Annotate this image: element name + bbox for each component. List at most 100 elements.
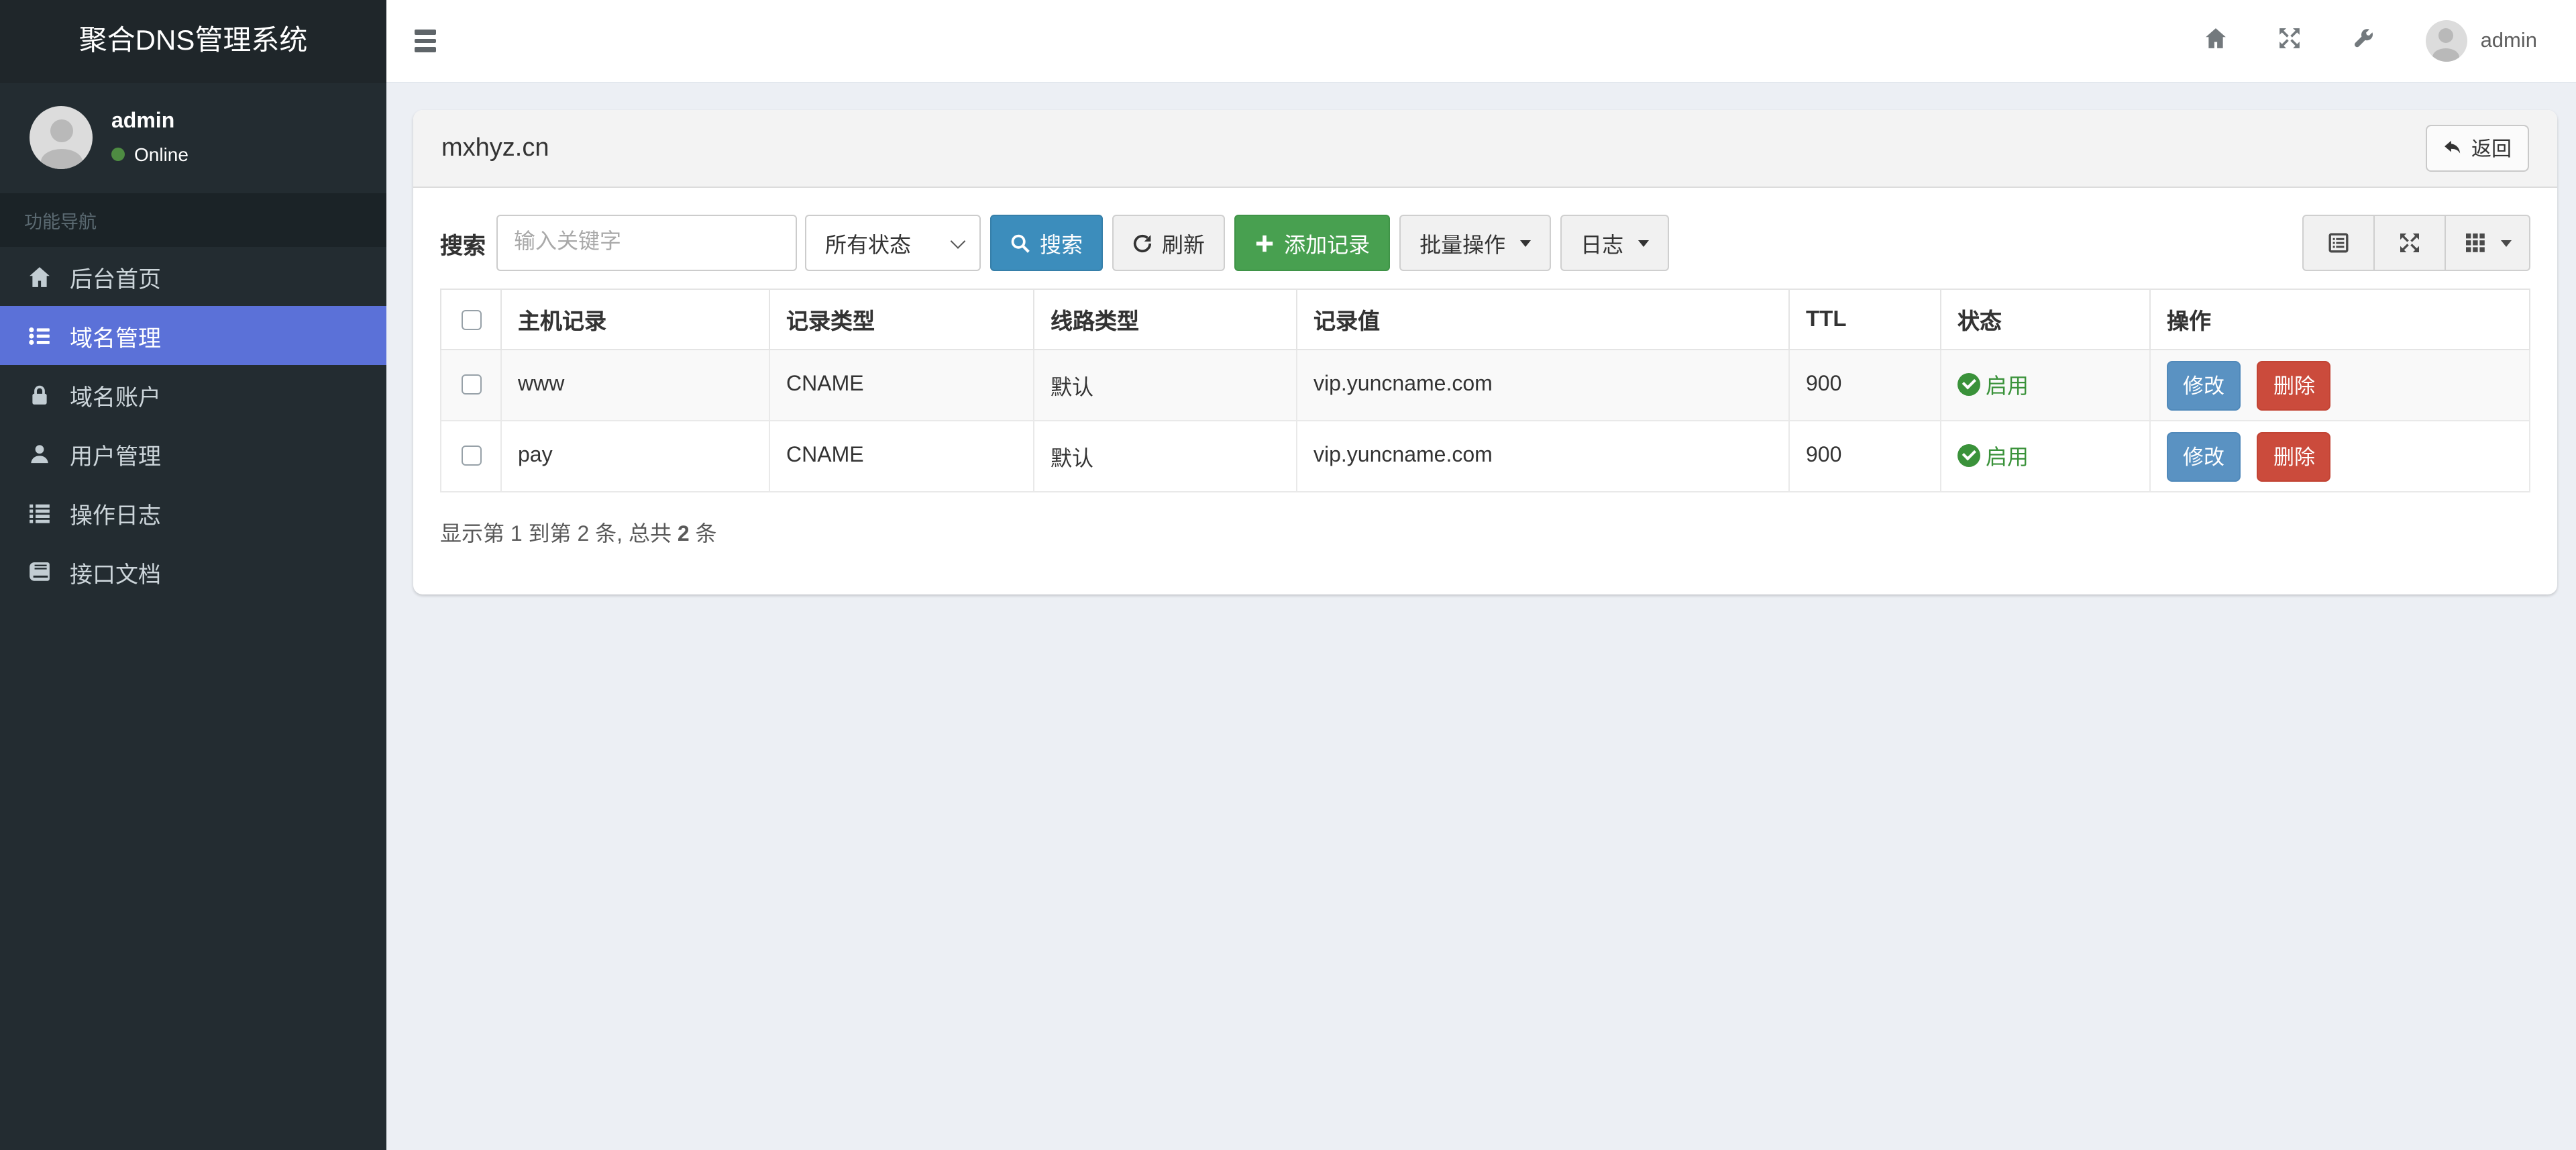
cell-line: 默认 xyxy=(1033,420,1297,492)
select-all-checkbox[interactable] xyxy=(461,309,481,330)
summary-text: 显示第 1 到第 2 条, 总共 xyxy=(440,523,678,546)
user-menu[interactable]: admin xyxy=(2400,0,2563,82)
table-row: www CNAME 默认 vip.yuncname.com 900 启用 修改 … xyxy=(440,349,2530,421)
cell-type: CNAME xyxy=(769,420,1034,492)
back-button[interactable]: 返回 xyxy=(2425,125,2529,172)
log-list-icon xyxy=(27,501,52,524)
book-icon xyxy=(27,560,52,583)
cell-ttl: 900 xyxy=(1788,349,1941,421)
sidebar-item-label: 域名管理 xyxy=(70,325,161,351)
lock-icon xyxy=(27,383,52,406)
fullscreen-link[interactable] xyxy=(2253,0,2326,82)
batch-actions-button[interactable]: 批量操作 xyxy=(1399,215,1552,271)
summary-suffix: 条 xyxy=(689,523,717,546)
status-filter-value: 所有状态 xyxy=(825,235,912,258)
column-header-type: 记录类型 xyxy=(769,289,1034,350)
home-icon xyxy=(2204,26,2227,56)
navbar-right: admin xyxy=(2179,0,2576,82)
sidebar-item-label: 域名账户 xyxy=(70,384,161,410)
add-record-button[interactable]: 添加记录 xyxy=(1234,215,1391,271)
sidebar-item-api-docs[interactable]: 接口文档 xyxy=(0,542,386,601)
navbar-avatar xyxy=(2425,20,2467,62)
sidebar-item-domain-management[interactable]: 域名管理 xyxy=(0,306,386,365)
sidebar-item-label: 后台首页 xyxy=(70,266,161,292)
caret-down-icon xyxy=(2500,240,2511,246)
status-label: 启用 xyxy=(1986,376,2029,399)
chevron-down-icon xyxy=(950,233,966,249)
user-avatar xyxy=(30,106,93,169)
column-header-line: 线路类型 xyxy=(1033,289,1297,350)
caret-down-icon xyxy=(1520,240,1532,246)
columns-grid-icon xyxy=(2465,233,2484,252)
search-icon xyxy=(1011,233,1030,252)
cell-host: www xyxy=(500,349,770,421)
cell-line: 默认 xyxy=(1033,349,1297,421)
user-icon xyxy=(27,442,52,465)
sidebar-item-label: 接口文档 xyxy=(70,562,161,587)
sidebar-item-user-management[interactable]: 用户管理 xyxy=(0,424,386,483)
online-dot-icon xyxy=(111,148,125,161)
status-filter-select[interactable]: 所有状态 xyxy=(805,215,981,271)
table-view-controls xyxy=(2302,215,2530,271)
search-button[interactable]: 搜索 xyxy=(990,215,1104,271)
logs-button[interactable]: 日志 xyxy=(1560,215,1670,271)
sidebar-item-domain-accounts[interactable]: 域名账户 xyxy=(0,365,386,424)
panel-heading: mxhyz.cn 返回 xyxy=(413,110,2557,188)
app-root: 聚合DNS管理系统 admin Online 功能导航 后台首页 域名管理 域名… xyxy=(0,0,2576,1150)
app-logo[interactable]: 聚合DNS管理系统 xyxy=(0,0,386,83)
columns-button[interactable] xyxy=(2445,215,2530,271)
user-status: Online xyxy=(111,144,189,165)
domain-records-panel: mxhyz.cn 返回 搜索 所有状态 xyxy=(413,110,2557,594)
sidebar-section-header: 功能导航 xyxy=(0,193,386,247)
delete-button[interactable]: 删除 xyxy=(2257,360,2331,410)
home-icon xyxy=(27,265,52,288)
sidebar-item-operation-logs[interactable]: 操作日志 xyxy=(0,483,386,542)
sidebar-nav: 后台首页 域名管理 域名账户 用户管理 操作日志 接口文档 xyxy=(0,247,386,601)
th-list-icon xyxy=(27,324,52,347)
plus-icon xyxy=(1256,234,1273,252)
sidebar-toggle-button[interactable] xyxy=(409,22,441,60)
top-navbar: admin xyxy=(386,0,2576,83)
caret-down-icon xyxy=(1638,240,1650,246)
reply-arrow-icon xyxy=(2445,140,2461,153)
status-badge: 启用 xyxy=(1957,439,2029,472)
check-circle-icon xyxy=(1957,372,1980,396)
edit-button[interactable]: 修改 xyxy=(2167,360,2241,410)
home-link[interactable] xyxy=(2179,0,2253,82)
records-table: 主机记录 记录类型 线路类型 记录值 TTL 状态 操作 www CNAME 默… xyxy=(440,289,2530,492)
navbar-username: admin xyxy=(2480,29,2537,52)
panel-body: 搜索 所有状态 搜索 刷新 xyxy=(413,188,2557,594)
cell-value: vip.yuncname.com xyxy=(1296,420,1790,492)
batch-actions-label: 批量操作 xyxy=(1419,235,1506,258)
fullscreen-table-button[interactable] xyxy=(2373,215,2446,271)
fullscreen-icon xyxy=(2400,233,2419,252)
back-button-label: 返回 xyxy=(2471,138,2512,161)
fullscreen-icon xyxy=(2278,26,2301,56)
column-header-host: 主机记录 xyxy=(500,289,770,350)
check-circle-icon xyxy=(1957,443,1980,467)
delete-button[interactable]: 删除 xyxy=(2257,431,2331,481)
sidebar-user-panel: admin Online xyxy=(0,83,386,193)
summary-total: 2 xyxy=(677,523,690,546)
sidebar: 聚合DNS管理系统 admin Online 功能导航 后台首页 域名管理 域名… xyxy=(0,0,386,1150)
panel-title: mxhyz.cn xyxy=(441,134,549,162)
row-checkbox[interactable] xyxy=(461,446,481,466)
refresh-button[interactable]: 刷新 xyxy=(1112,215,1226,271)
table-header-row: 主机记录 记录类型 线路类型 记录值 TTL 状态 操作 xyxy=(440,289,2530,350)
row-checkbox[interactable] xyxy=(461,374,481,395)
status-badge: 启用 xyxy=(1957,368,2029,401)
column-header-value: 记录值 xyxy=(1296,289,1790,350)
keyword-input[interactable] xyxy=(496,215,797,271)
detail-view-button[interactable] xyxy=(2302,215,2375,271)
wrench-icon xyxy=(2352,26,2375,56)
edit-button[interactable]: 修改 xyxy=(2167,431,2241,481)
user-status-label: Online xyxy=(134,144,189,165)
settings-link[interactable] xyxy=(2326,0,2400,82)
search-label: 搜索 xyxy=(440,233,486,258)
content-area: mxhyz.cn 返回 搜索 所有状态 xyxy=(386,83,2576,1150)
status-label: 启用 xyxy=(1986,447,2029,470)
sidebar-item-dashboard[interactable]: 后台首页 xyxy=(0,247,386,306)
pagination-summary: 显示第 1 到第 2 条, 总共 2 条 xyxy=(440,515,2530,547)
cell-host: pay xyxy=(500,420,770,492)
add-record-label: 添加记录 xyxy=(1284,235,1371,258)
